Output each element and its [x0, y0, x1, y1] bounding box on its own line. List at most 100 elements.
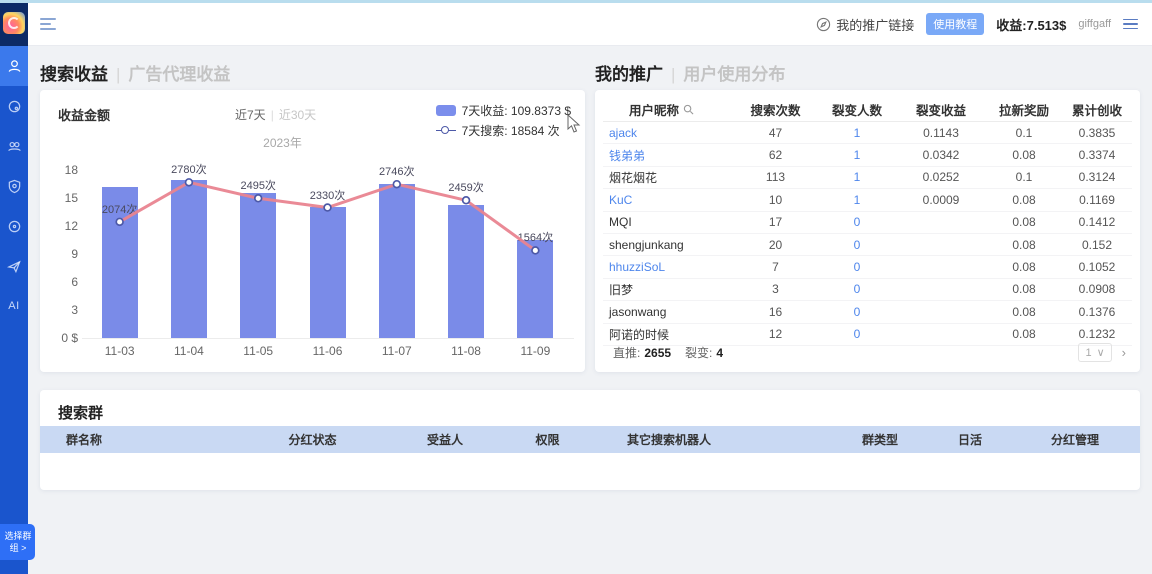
- sidebar-item-ai[interactable]: AI: [0, 286, 28, 326]
- table-row[interactable]: 烟花烟花 113 1 0.0252 0.1 0.3124: [603, 167, 1132, 189]
- user-nickname[interactable]: shengjunkang: [603, 238, 733, 252]
- sidebar-item-user[interactable]: [0, 46, 28, 86]
- table-row[interactable]: ajack 47 1 0.1143 0.1 0.3835: [603, 122, 1132, 144]
- x-axis-tick: 11-08: [436, 344, 496, 358]
- promo-link[interactable]: 我的推广链接: [816, 15, 914, 34]
- promotion-footer: 直推: 2655 裂变: 4 1 ∨ ›: [613, 343, 1126, 362]
- sidebar-item-send[interactable]: [0, 246, 28, 286]
- fission-count[interactable]: 1: [818, 126, 896, 140]
- sidebar-nav: AI: [0, 46, 28, 326]
- fission-count[interactable]: 0: [818, 282, 896, 296]
- user-nickname[interactable]: 旧梦: [603, 281, 733, 298]
- search-count: 12: [733, 327, 818, 341]
- tab-last7days[interactable]: 近7天: [235, 108, 266, 122]
- fission-count[interactable]: 1: [818, 193, 896, 207]
- y-axis-tick: 9: [44, 247, 78, 261]
- referral-reward: 0.1: [986, 126, 1062, 140]
- table-row[interactable]: shengjunkang 20 0 0.08 0.152: [603, 234, 1132, 256]
- app-logo[interactable]: [0, 0, 28, 46]
- target-icon: [7, 219, 22, 234]
- referral-reward: 0.08: [986, 193, 1062, 207]
- sidebar-item-record[interactable]: [0, 206, 28, 246]
- table-row[interactable]: MQI 17 0 0.08 0.1412: [603, 212, 1132, 234]
- groups-col-header: 其它搜索机器人: [595, 431, 830, 448]
- user-nickname[interactable]: 阿诺的时候: [603, 326, 733, 343]
- search-count: 10: [733, 193, 818, 207]
- y-axis-tick: 6: [44, 275, 78, 289]
- table-row[interactable]: jasonwang 16 0 0.08 0.1376: [603, 301, 1132, 323]
- select-group-badge[interactable]: 选择群 组 >: [0, 524, 35, 560]
- ai-label: AI: [8, 300, 19, 312]
- col-header: 裂变人数: [818, 100, 896, 119]
- topbar-right: 我的推广链接 使用教程 收益:7.513$ giffgaff: [816, 13, 1138, 35]
- collapse-menu-icon[interactable]: [40, 18, 56, 30]
- chart-title: 收益金额: [58, 105, 110, 124]
- sidebar-item-discover[interactable]: [0, 86, 28, 126]
- groups-col-header: 权限: [500, 431, 595, 448]
- fission-count[interactable]: 0: [818, 327, 896, 341]
- user-nickname[interactable]: 烟花烟花: [603, 169, 733, 186]
- line-marker[interactable]: [463, 197, 470, 204]
- sidebar-item-team[interactable]: [0, 126, 28, 166]
- search-count: 3: [733, 282, 818, 296]
- fission-count[interactable]: 1: [818, 148, 896, 162]
- user-nickname[interactable]: MQI: [603, 215, 733, 229]
- fission-count[interactable]: 0: [818, 238, 896, 252]
- groups-col-header: 群类型: [830, 431, 930, 448]
- referral-reward: 0.08: [986, 305, 1062, 319]
- bar[interactable]: [379, 184, 415, 338]
- data-point-label: 2746次: [379, 163, 414, 179]
- sidebar: AI: [0, 0, 28, 574]
- cumulative-revenue: 0.3124: [1062, 170, 1132, 184]
- groups-title: 搜索群: [58, 402, 103, 423]
- bar[interactable]: [171, 180, 207, 338]
- next-page-button[interactable]: ›: [1122, 345, 1126, 360]
- sidebar-item-security[interactable]: [0, 166, 28, 206]
- user-nickname[interactable]: 钱弟弟: [603, 147, 733, 164]
- page-select[interactable]: 1 ∨: [1078, 343, 1111, 362]
- user-distribution-tab[interactable]: 用户使用分布: [683, 65, 785, 84]
- promo-header-row: 用户昵称搜索次数裂变人数裂变收益拉新奖励累计创收: [603, 98, 1132, 122]
- menu-icon[interactable]: [1123, 19, 1138, 30]
- fission-count[interactable]: 0: [818, 215, 896, 229]
- data-point-label: 2495次: [240, 177, 275, 193]
- user-nickname[interactable]: hhuzziSoL: [603, 260, 733, 274]
- chart-header: 收益金额 近7天|近30天 7天收益: 109.8373 $ 7天搜索: 185…: [40, 90, 585, 150]
- table-row[interactable]: KuC 10 1 0.0009 0.08 0.1169: [603, 189, 1132, 211]
- groups-table-header: 群名称分红状态受益人权限其它搜索机器人群类型日活分红管理: [40, 426, 1140, 453]
- bar[interactable]: [448, 205, 484, 338]
- search-count: 7: [733, 260, 818, 274]
- tab-last30days[interactable]: 近30天: [279, 108, 316, 122]
- ad-agency-revenue-tab[interactable]: 广告代理收益: [128, 65, 230, 84]
- fission-count[interactable]: 0: [818, 305, 896, 319]
- user-nickname[interactable]: ajack: [603, 126, 733, 140]
- data-point-label: 2459次: [448, 179, 483, 195]
- username[interactable]: giffgaff: [1078, 18, 1111, 30]
- x-axis-tick: 11-07: [367, 344, 427, 358]
- pagination: 1 ∨ ›: [1078, 343, 1126, 362]
- referral-reward: 0.08: [986, 148, 1062, 162]
- search-count: 20: [733, 238, 818, 252]
- table-row[interactable]: 旧梦 3 0 0.08 0.0908: [603, 279, 1132, 301]
- fission-count[interactable]: 0: [818, 260, 896, 274]
- bar[interactable]: [240, 193, 276, 338]
- user-nickname[interactable]: jasonwang: [603, 305, 733, 319]
- search-count: 113: [733, 170, 818, 184]
- legend-revenue[interactable]: 7天收益: 109.8373 $: [436, 100, 571, 120]
- referral-reward: 0.08: [986, 260, 1062, 274]
- user-nickname[interactable]: KuC: [603, 193, 733, 207]
- search-revenue-tab[interactable]: 搜索收益: [40, 65, 108, 84]
- x-axis-tick: 11-06: [298, 344, 358, 358]
- table-row[interactable]: hhuzziSoL 7 0 0.08 0.1052: [603, 256, 1132, 278]
- bar[interactable]: [310, 207, 346, 338]
- search-icon[interactable]: [683, 104, 694, 115]
- fission-revenue: 0.0252: [896, 170, 986, 184]
- col-header: 拉新奖励: [986, 100, 1062, 119]
- table-row[interactable]: 钱弟弟 62 1 0.0342 0.08 0.3374: [603, 144, 1132, 166]
- col-header: 累计创收: [1062, 100, 1132, 119]
- my-promotion-tab[interactable]: 我的推广: [595, 65, 663, 84]
- data-point-label: 1564次: [518, 229, 553, 245]
- tutorial-badge[interactable]: 使用教程: [926, 13, 984, 35]
- bar[interactable]: [517, 240, 553, 338]
- fission-count[interactable]: 1: [818, 170, 896, 184]
